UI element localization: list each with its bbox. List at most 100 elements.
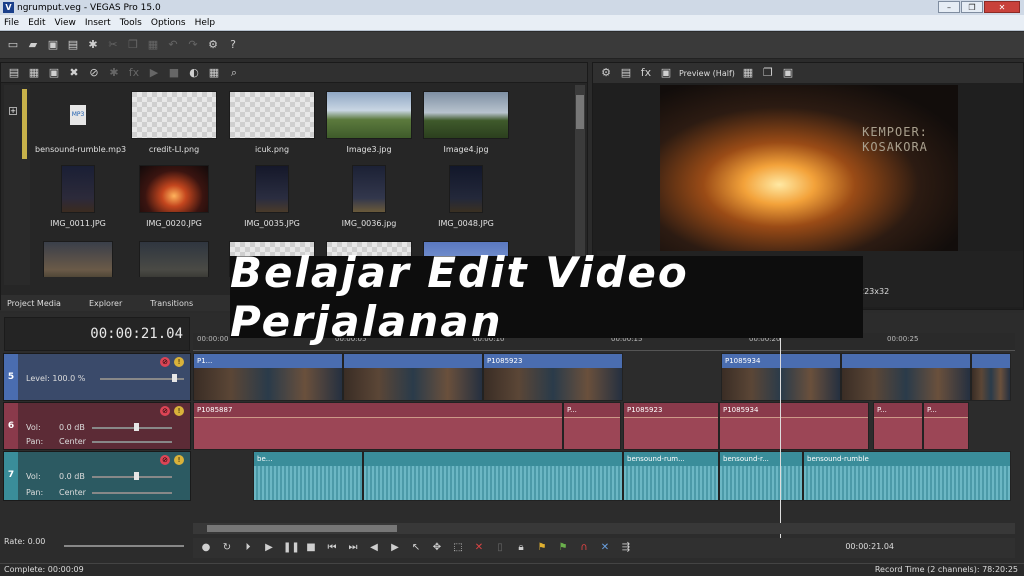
remove-unused-icon[interactable]: ⊘ (87, 66, 101, 80)
video-clip[interactable]: P1085923 (483, 353, 623, 401)
views-icon[interactable]: ▦ (207, 66, 221, 80)
play-from-start-icon[interactable]: ⏵ (241, 541, 255, 555)
trim-icon[interactable]: ▯ (493, 541, 507, 555)
video-clip[interactable] (343, 353, 483, 401)
search-icon[interactable]: ⌕ (227, 66, 241, 80)
audio-clip[interactable]: P... (563, 402, 621, 450)
auto-ripple-icon[interactable]: ⇶ (619, 541, 633, 555)
audio-clip[interactable]: be... (253, 451, 363, 501)
stop-preview-icon[interactable]: ■ (167, 66, 181, 80)
play-icon[interactable]: ▶ (262, 541, 276, 555)
scroll-thumb[interactable] (576, 95, 584, 129)
preview-settings-gear-icon[interactable]: ⚙ (599, 66, 613, 80)
menu-view[interactable]: View (55, 18, 76, 28)
help-pointer-icon[interactable]: ? (226, 38, 240, 52)
menu-help[interactable]: Help (195, 18, 216, 28)
menu-tools[interactable]: Tools (120, 18, 142, 28)
redo-icon[interactable]: ↷ (186, 38, 200, 52)
track-header-video[interactable]: 5 Level: 100.0 % ⊘ ! (3, 353, 191, 401)
marker-icon[interactable]: ⚑ (535, 541, 549, 555)
volume-slider-knob[interactable] (134, 472, 139, 480)
envelope-tool-icon[interactable]: ✥ (430, 541, 444, 555)
audio-clip[interactable]: bensound-rumble (803, 451, 1011, 501)
copy-icon[interactable]: ❐ (126, 38, 140, 52)
import-media-icon[interactable]: ▤ (7, 66, 21, 80)
open-folder-icon[interactable]: ▰ (26, 38, 40, 52)
media-item[interactable]: Image3.jpg (326, 91, 412, 154)
pan-slider[interactable] (92, 441, 172, 443)
auto-crossfade-icon[interactable]: ✕ (598, 541, 612, 555)
media-item[interactable]: icuk.png (229, 91, 315, 154)
rate-slider[interactable] (64, 545, 184, 547)
get-media-icon[interactable]: ▣ (47, 66, 61, 80)
media-item[interactable]: IMG_0036.jpg (326, 165, 412, 228)
pause-icon[interactable]: ❚❚ (283, 541, 300, 555)
audio-clip[interactable]: bensound-rum... (623, 451, 719, 501)
render-icon[interactable]: ⚙ (206, 38, 220, 52)
minimize-button[interactable]: – (938, 1, 960, 13)
paste-icon[interactable]: ▦ (146, 38, 160, 52)
loop-icon[interactable]: ↻ (220, 541, 234, 555)
video-fx-icon[interactable]: fx (639, 66, 653, 80)
go-to-start-icon[interactable]: ⏮ (325, 541, 339, 555)
tab-project-media[interactable]: Project Media (7, 299, 61, 308)
menu-file[interactable]: File (4, 18, 19, 28)
video-clip[interactable] (971, 353, 1011, 401)
video-clip[interactable]: P1... (193, 353, 343, 401)
audio-clip[interactable]: bensound-r... (719, 451, 803, 501)
snapping-icon[interactable]: ∩ (577, 541, 591, 555)
close-button[interactable]: ✕ (984, 1, 1020, 13)
new-project-icon[interactable]: ▭ (6, 38, 20, 52)
media-item[interactable]: Image4.jpg (423, 91, 509, 154)
playhead-cursor[interactable] (780, 333, 781, 553)
media-item[interactable] (131, 241, 217, 277)
solo-icon[interactable]: ! (174, 357, 184, 367)
mute-icon[interactable]: ⊘ (160, 357, 170, 367)
cut-icon[interactable]: ✂ (106, 38, 120, 52)
selection-tool-icon[interactable]: ⬚ (451, 541, 465, 555)
pan-slider[interactable] (92, 492, 172, 494)
track-header-audio-1[interactable]: 6 Vol: 0.0 dB Pan: Center ⊘ ! (3, 402, 191, 450)
volume-slider[interactable] (92, 476, 172, 478)
tab-transitions[interactable]: Transitions (150, 299, 193, 308)
preview-quality-dropdown[interactable]: Preview (Half) (679, 69, 735, 78)
video-clip[interactable]: P1085934 (721, 353, 841, 401)
media-item[interactable]: MP3 bensound-rumble.mp3 (35, 91, 126, 154)
audio-clip[interactable]: P... (873, 402, 923, 450)
audio-clip[interactable]: P... (923, 402, 969, 450)
media-item[interactable]: credit-LI.png (131, 91, 217, 154)
capture-icon[interactable]: ▦ (27, 66, 41, 80)
audio-clip[interactable]: P1085923 (623, 402, 719, 450)
volume-slider[interactable] (92, 427, 172, 429)
remove-media-icon[interactable]: ✖ (67, 66, 81, 80)
media-item[interactable]: IMG_0011.JPG (35, 165, 121, 228)
save-snapshot-icon[interactable]: ▣ (781, 66, 795, 80)
expand-icon[interactable]: + (9, 107, 17, 115)
undo-icon[interactable]: ↶ (166, 38, 180, 52)
solo-icon[interactable]: ! (174, 455, 184, 465)
save-icon[interactable]: ▣ (46, 38, 60, 52)
normal-edit-tool-icon[interactable]: ↖ (409, 541, 423, 555)
solo-icon[interactable]: ! (174, 406, 184, 416)
menu-insert[interactable]: Insert (85, 18, 111, 28)
region-icon[interactable]: ⚑ (556, 541, 570, 555)
media-bin-tree[interactable]: + (4, 85, 30, 285)
overlays-icon[interactable]: ▦ (741, 66, 755, 80)
play-preview-icon[interactable]: ▶ (147, 66, 161, 80)
level-slider-knob[interactable] (172, 374, 177, 382)
video-clip[interactable] (841, 353, 971, 401)
audio-clip[interactable]: P1085887 (193, 402, 563, 450)
media-item[interactable]: IMG_0035.JPG (229, 165, 315, 228)
menu-options[interactable]: Options (151, 18, 186, 28)
mute-icon[interactable]: ⊘ (160, 455, 170, 465)
mute-icon[interactable]: ⊘ (160, 406, 170, 416)
media-fx-icon[interactable]: fx (127, 66, 141, 80)
record-icon[interactable]: ● (199, 541, 213, 555)
timeline-scrollbar[interactable] (193, 523, 1015, 534)
tab-explorer[interactable]: Explorer (89, 299, 122, 308)
audio-clip[interactable] (363, 451, 623, 501)
media-item[interactable]: IMG_0048.JPG (423, 165, 509, 228)
media-item[interactable] (35, 241, 121, 277)
lock-icon[interactable]: 🔒︎ (514, 541, 528, 555)
scroll-thumb[interactable] (207, 525, 397, 532)
